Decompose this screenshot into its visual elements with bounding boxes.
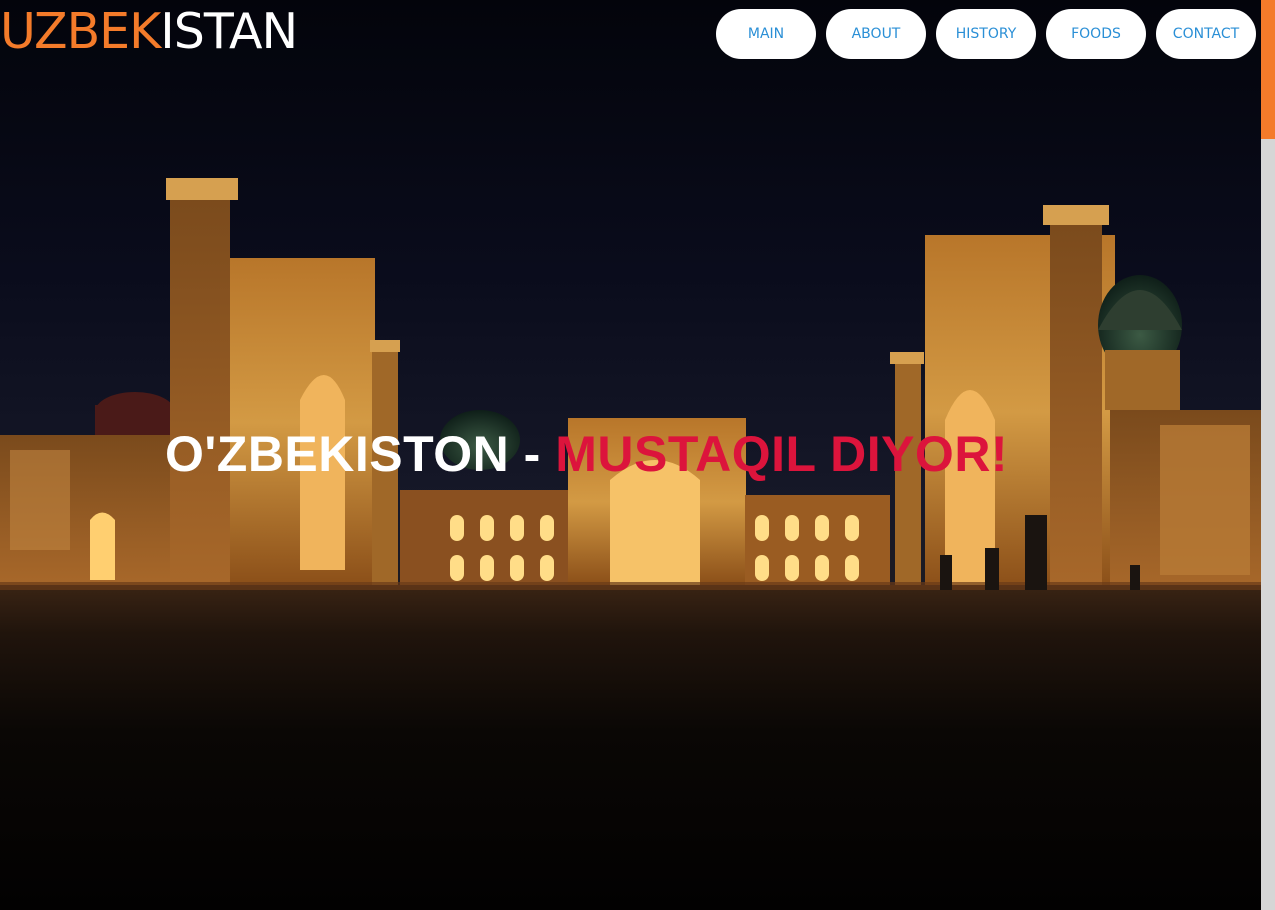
nav-main-button[interactable]: MAIN [716,9,816,59]
logo-rest-text: ISTAN [160,3,298,60]
hero-headline: O'ZBEKISTON - MUSTAQIL DIYOR! [165,424,1008,484]
page: UZBEKISTAN MAIN ABOUT HISTORY FOODS CONT… [0,0,1275,910]
headline-separator: - [509,426,556,482]
main-nav: MAIN ABOUT HISTORY FOODS CONTACT [716,9,1256,59]
nav-contact-button[interactable]: CONTACT [1156,9,1256,59]
headline-country: O'ZBEKISTON [165,426,510,482]
nav-history-button[interactable]: HISTORY [936,9,1036,59]
headline-slogan: MUSTAQIL DIYOR! [555,426,1009,482]
nav-foods-button[interactable]: FOODS [1046,9,1146,59]
site-logo[interactable]: UZBEKISTAN [0,2,298,62]
logo-accent-text: UZBEK [0,3,161,60]
page-scrollbar[interactable] [1261,0,1275,910]
nav-about-button[interactable]: ABOUT [826,9,926,59]
scrollbar-thumb[interactable] [1261,0,1275,139]
